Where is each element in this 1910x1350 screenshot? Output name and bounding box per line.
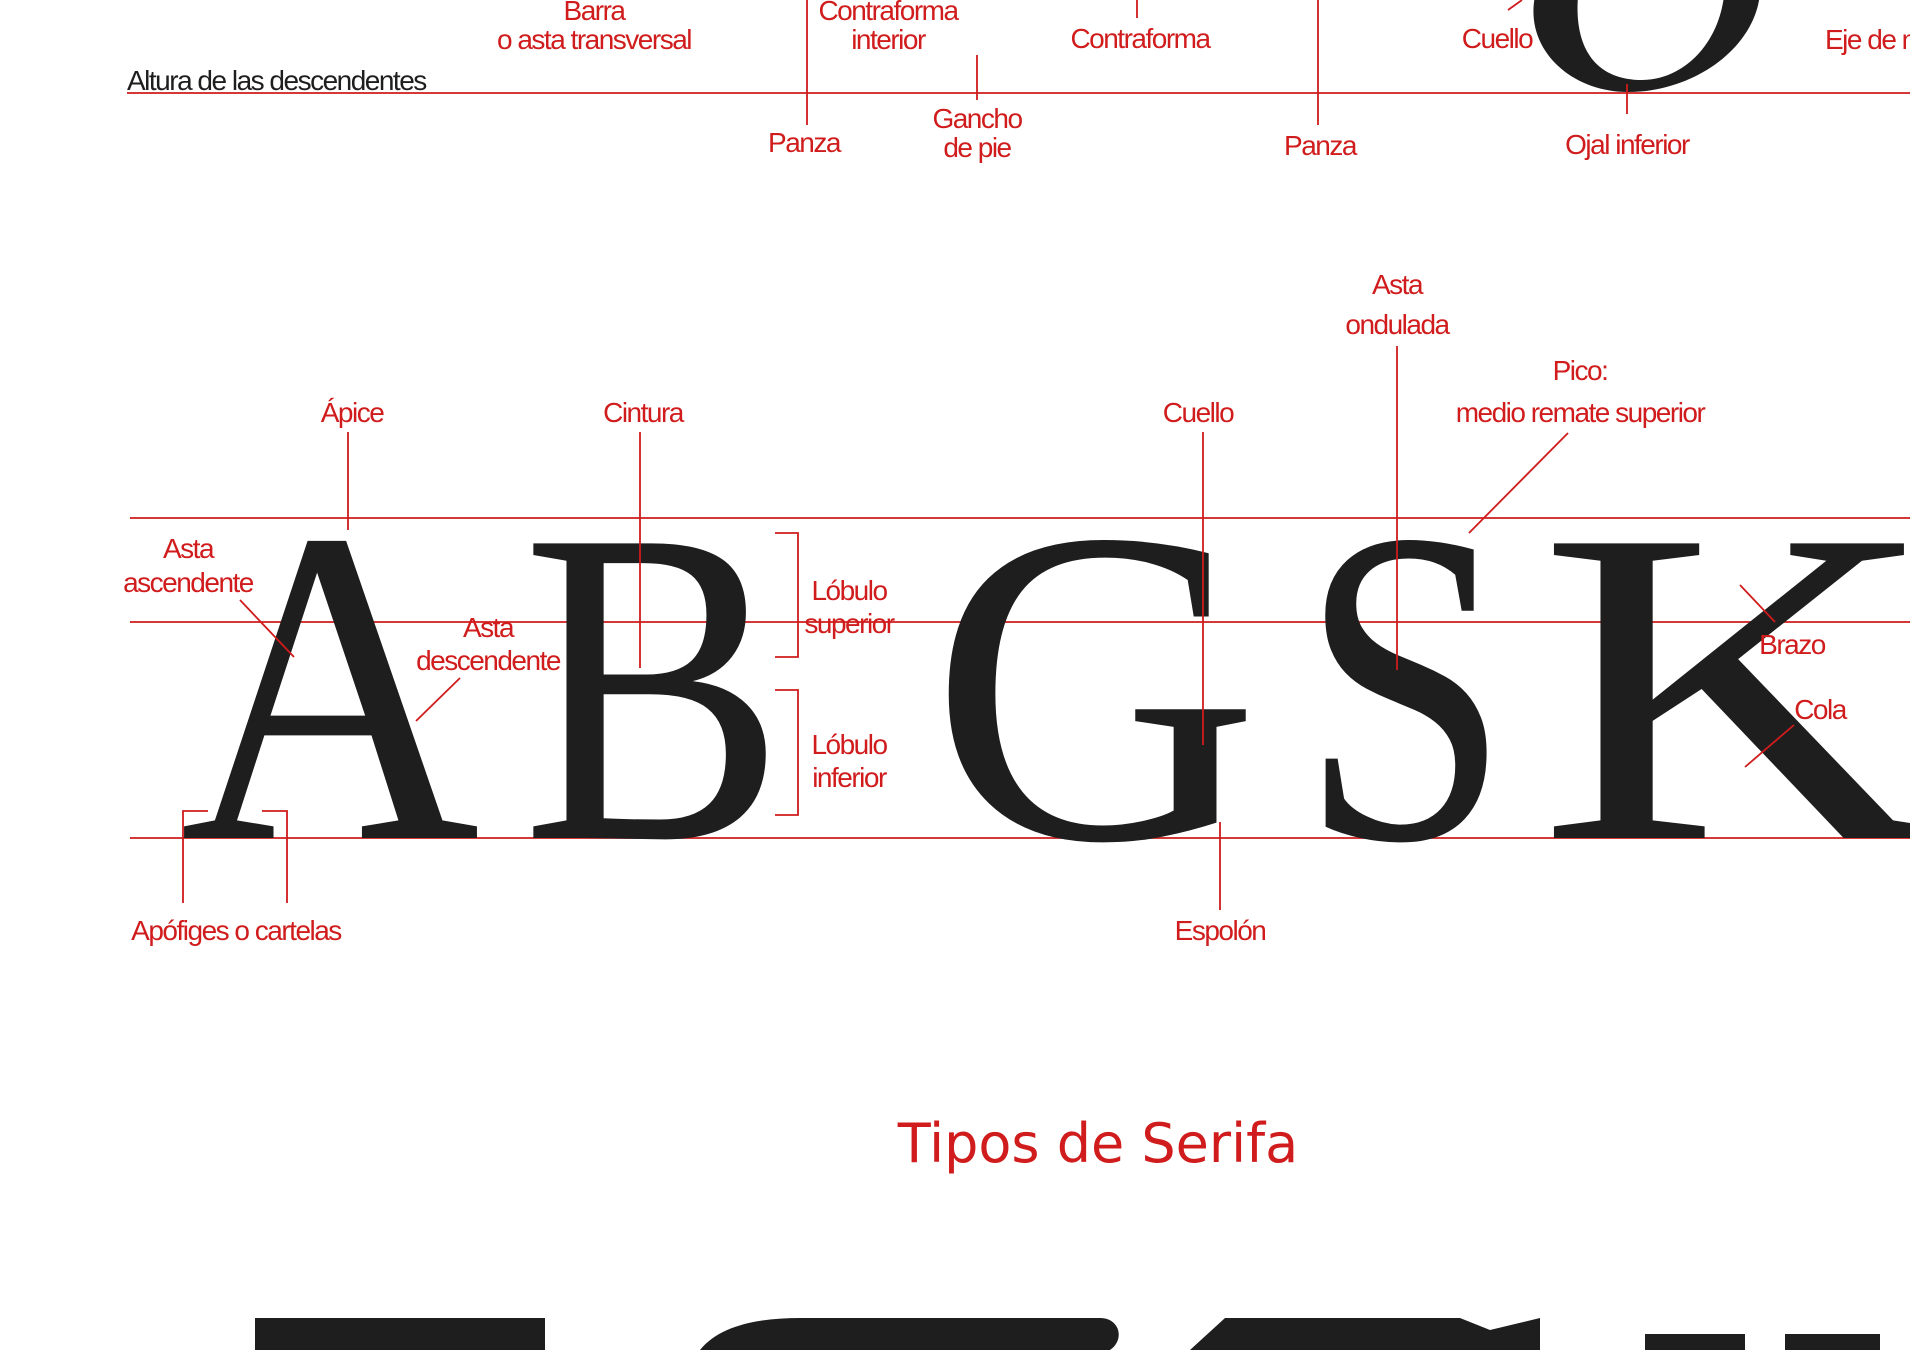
label-cuello-top: Cuello xyxy=(1462,23,1533,54)
label-barra-2: o asta transversal xyxy=(497,24,691,55)
label-contraforma-interior-2: interior xyxy=(851,24,926,55)
label-pico-1: Pico: xyxy=(1553,355,1608,386)
label-panza-1: Panza xyxy=(768,127,842,158)
label-espolon: Espolón xyxy=(1175,915,1266,946)
label-cola: Cola xyxy=(1794,694,1848,725)
glyph-k: K xyxy=(1538,438,1910,936)
serif-sample-1 xyxy=(255,1318,545,1350)
leader-cuello-top xyxy=(1507,0,1523,11)
label-asta-ondulada-1: Asta xyxy=(1372,269,1424,300)
label-gancho-1: Gancho xyxy=(932,103,1022,134)
serif-sample-2 xyxy=(700,1318,1119,1350)
label-apice: Ápice xyxy=(321,397,384,428)
label-asta-descendente-1: Asta xyxy=(463,612,515,643)
label-asta-ascendente-2: ascendente xyxy=(123,567,254,598)
glyph-b: B xyxy=(522,438,785,936)
serif-sample-3 xyxy=(1190,1318,1540,1350)
label-apofiges: Apófiges o cartelas xyxy=(131,915,341,946)
label-lobulo-inferior-2: inferior xyxy=(812,762,887,793)
label-asta-ascendente-1: Asta xyxy=(163,533,215,564)
label-cintura: Cintura xyxy=(603,397,685,428)
label-asta-ondulada-2: ondulada xyxy=(1345,309,1450,340)
glyph-s: S xyxy=(1300,438,1510,936)
label-pico-2: medio remate superior xyxy=(1456,397,1706,428)
glyph-g: G xyxy=(930,438,1260,936)
label-lobulo-superior-1: Lóbulo xyxy=(811,575,887,606)
anatomy-section: A B G S K Ápice Cintura Cuello Asta ondu… xyxy=(123,269,1910,946)
label-gancho-2: de pie xyxy=(943,132,1011,163)
serif-samples-cropped xyxy=(255,1318,1880,1350)
descender-height-label: Altura de las descendentes xyxy=(127,65,426,96)
label-cuello: Cuello xyxy=(1163,397,1234,428)
partial-glyph-g-loop xyxy=(1533,0,1759,92)
typography-anatomy-diagram: Altura de las descendentes Barra o asta … xyxy=(123,0,1910,1350)
serif-sample-4 xyxy=(1645,1334,1745,1350)
label-ojal-inferior: Ojal inferior xyxy=(1565,129,1690,160)
glyph-a: A xyxy=(180,438,480,936)
label-brazo: Brazo xyxy=(1759,629,1826,660)
serif-sample-5 xyxy=(1785,1334,1880,1350)
label-lobulo-inferior-1: Lóbulo xyxy=(811,729,887,760)
top-section: Altura de las descendentes Barra o asta … xyxy=(127,0,1910,163)
label-eje: Eje de m xyxy=(1825,24,1910,55)
label-lobulo-superior-2: superior xyxy=(804,608,894,639)
section-title: Tipos de Serifa xyxy=(897,1112,1298,1175)
label-contraforma-interior-1: Contraforma xyxy=(818,0,959,26)
label-panza-2: Panza xyxy=(1284,130,1358,161)
label-barra-1: Barra xyxy=(564,0,627,26)
label-asta-descendente-2: descendente xyxy=(416,645,561,676)
label-contraforma: Contraforma xyxy=(1070,23,1211,54)
